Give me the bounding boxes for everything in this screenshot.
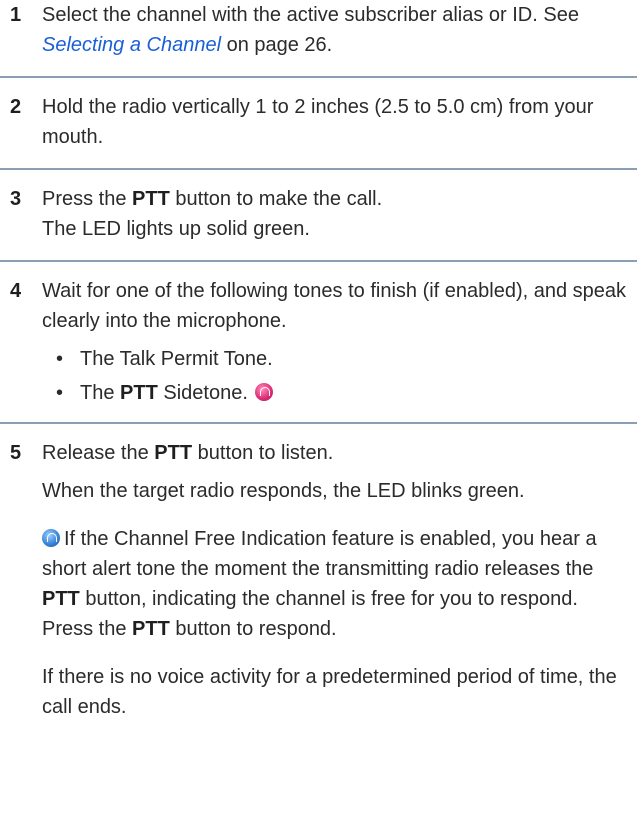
step-3: 3 Press the PTT button to make the call.… [0,170,637,260]
procedure-steps: 1 Select the channel with the active sub… [0,0,637,722]
step-4: 4 Wait for one of the following tones to… [0,262,637,422]
step-text: Select the channel with the active subsc… [42,4,579,56]
call-end-note: If there is no voice activity for a pred… [42,666,617,718]
step-number: 2 [10,96,22,118]
step-2: 2 Hold the radio vertically 1 to 2 inche… [0,78,637,168]
step-text: Release the PTT button to listen. [42,442,334,464]
step-number: 5 [10,442,22,464]
bullet-icon: • [56,348,64,370]
step-number: 1 [10,4,22,26]
step-text: Wait for one of the following tones to f… [42,280,627,332]
step-number: 3 [10,188,22,210]
step-number: 4 [10,280,22,302]
step-1: 1 Select the channel with the active sub… [0,0,637,76]
selecting-a-channel-link[interactable]: Selecting a Channel [42,34,221,56]
step-result: The LED lights up solid green. [42,218,310,240]
list-item: • The PTT Sidetone. [42,378,629,408]
step-text: Hold the radio vertically 1 to 2 inches … [42,96,594,148]
pink-tone-icon [255,383,274,401]
bullet-icon: • [56,382,64,404]
channel-free-note: If the Channel Free Indication feature i… [42,528,597,640]
tone-list: • The Talk Permit Tone. • The PTT Sidetone… [42,344,629,408]
step-text: Press the PTT button to make the call. [42,188,383,210]
step-5: 5 Release the PTT button to listen. When… [0,424,637,722]
blue-tone-icon [42,529,60,547]
list-item: • The Talk Permit Tone. [42,344,629,374]
step-result: When the target radio responds, the LED … [42,480,525,502]
